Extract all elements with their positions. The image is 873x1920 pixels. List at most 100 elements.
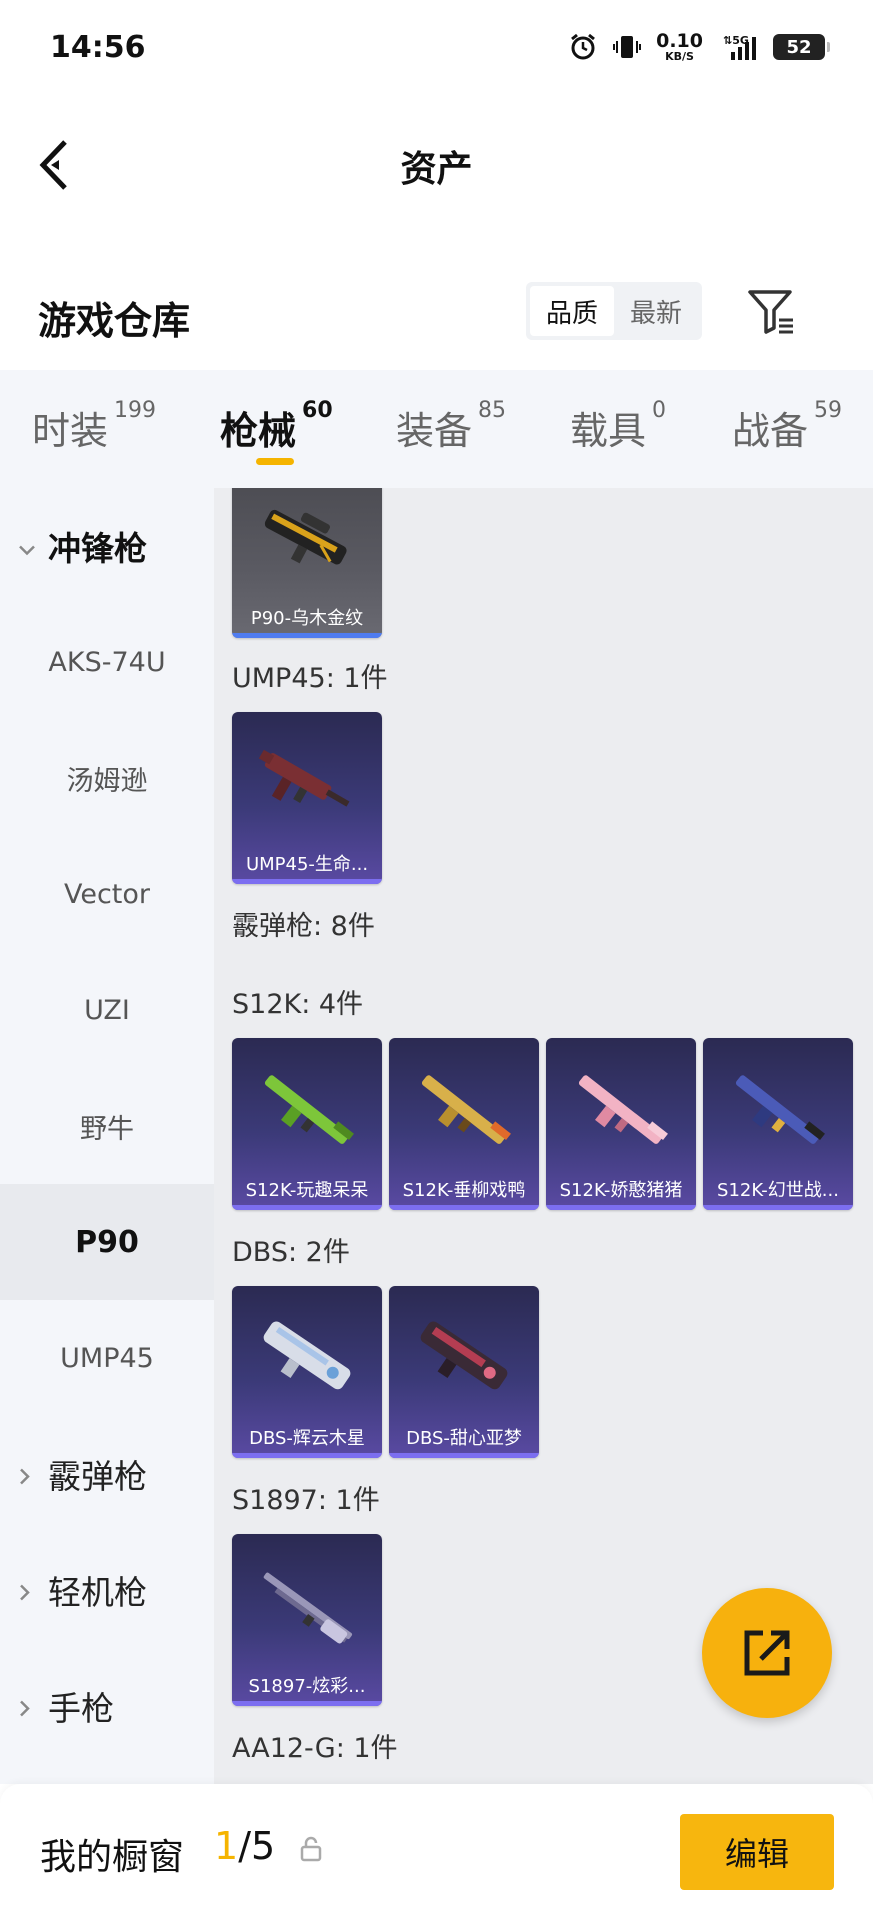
vibrate-icon xyxy=(612,32,642,62)
tab-label: 时装 xyxy=(32,409,109,453)
sidebar-item-ump45[interactable]: UMP45 xyxy=(0,1300,214,1416)
section-label: DBS: 2件 xyxy=(232,1237,350,1268)
sidebar-item-label: AKS-74U xyxy=(48,646,166,678)
showcase-current: 1 xyxy=(214,1824,239,1868)
sidebar-item-label: 野牛 xyxy=(80,1113,134,1145)
category-tabs: 时装 199 枪械 60 装备 85 载具 0 战备 59 xyxy=(0,370,873,488)
sidebar-item-label: 轻机枪 xyxy=(48,1573,147,1612)
filter-icon xyxy=(748,290,793,334)
tab-active-indicator xyxy=(256,458,294,465)
showcase-label: 我的橱窗 xyxy=(40,1837,185,1878)
status-time: 14:56 xyxy=(50,30,146,65)
sidebar-item-thompson[interactable]: 汤姆逊 xyxy=(0,720,214,836)
tab-label: 枪械 xyxy=(220,409,297,453)
title-bar: 资产 xyxy=(0,100,873,230)
sidebar-group-pistol[interactable]: 手枪 xyxy=(0,1648,214,1764)
sort-newest-option[interactable]: 最新 xyxy=(614,286,698,336)
sidebar-item-label: 汤姆逊 xyxy=(66,765,148,797)
status-icons: 0.10 KB/S ⇅5G 52 xyxy=(568,30,830,63)
chevron-down-icon xyxy=(18,527,36,566)
rarity-bar xyxy=(232,1205,382,1210)
item-card[interactable]: UMP45-生命... xyxy=(232,712,382,884)
tab-vehicles[interactable]: 载具 0 xyxy=(570,398,667,455)
sidebar-item-label: UMP45 xyxy=(60,1342,154,1374)
status-bar: 14:56 0.10 KB/S ⇅5G 52 xyxy=(0,0,873,100)
tab-guns[interactable]: 枪械 60 xyxy=(220,398,333,455)
item-card[interactable]: S12K-玩趣呆呆 xyxy=(232,1038,382,1210)
rarity-bar xyxy=(389,1453,539,1458)
sidebar-group-lmg[interactable]: 轻机枪 xyxy=(0,1532,214,1648)
s1897-skin-image xyxy=(263,1572,353,1644)
item-card[interactable]: P90-乌木金纹 xyxy=(232,488,382,638)
item-card[interactable]: S12K-幻世战... xyxy=(703,1038,853,1210)
item-name: S1897-炫彩... xyxy=(248,1676,366,1697)
tab-label: 载具 xyxy=(570,409,647,453)
rarity-bar xyxy=(232,1453,382,1458)
sidebar-item-uzi[interactable]: UZI xyxy=(0,952,214,1068)
sidebar-group-smg[interactable]: 冲锋枪 xyxy=(0,488,214,604)
p90-skin-image xyxy=(264,509,347,565)
tab-count: 199 xyxy=(114,398,157,423)
item-card[interactable]: DBS-甜心亚梦 xyxy=(389,1286,539,1458)
section-label: S1897: 1件 xyxy=(232,1485,380,1516)
tab-count: 85 xyxy=(478,398,507,423)
sidebar-item-label: UZI xyxy=(84,994,130,1026)
tab-count: 0 xyxy=(652,398,667,423)
tab-count: 59 xyxy=(814,398,843,423)
warehouse-title: 游戏仓库 xyxy=(38,299,191,343)
item-card[interactable]: S1897-炫彩... xyxy=(232,1534,382,1706)
edit-button[interactable]: 编辑 xyxy=(680,1814,834,1890)
sidebar-item-vector[interactable]: Vector xyxy=(0,836,214,952)
chevron-right-icon xyxy=(18,1455,32,1494)
item-name: DBS-辉云木星 xyxy=(249,1428,365,1449)
item-name: S12K-幻世战... xyxy=(717,1180,839,1201)
tab-supplies[interactable]: 战备 59 xyxy=(732,398,843,455)
sidebar-item-aks74u[interactable]: AKS-74U xyxy=(0,604,214,720)
section-label: 霰弹枪: 8件 xyxy=(232,911,375,942)
chevron-right-icon xyxy=(18,1687,32,1726)
rarity-bar xyxy=(232,1701,382,1706)
sidebar-item-label: P90 xyxy=(75,1224,139,1260)
s12k-skin-image xyxy=(264,1075,354,1144)
net-speed-unit: KB/S xyxy=(665,50,694,63)
rarity-bar xyxy=(546,1205,696,1210)
alarm-icon xyxy=(568,32,598,62)
item-name: UMP45-生命... xyxy=(245,854,369,875)
s12k-skin-image xyxy=(735,1075,825,1144)
dbs-skin-image xyxy=(420,1321,508,1390)
page-title: 资产 xyxy=(400,149,473,190)
sidebar-item-label: 手枪 xyxy=(48,1689,114,1728)
sidebar-item-p90[interactable]: P90 xyxy=(0,1184,214,1300)
section-label: AA12-G: 1件 xyxy=(232,1733,398,1764)
tab-fashion[interactable]: 时装 199 xyxy=(32,398,157,455)
net-speed-value: 0.10 xyxy=(656,30,703,52)
filter-button[interactable] xyxy=(746,286,798,338)
item-card[interactable]: S12K-垂柳戏鸭 xyxy=(389,1038,539,1210)
lock-icon xyxy=(300,1836,322,1862)
battery-icon: 52 xyxy=(773,34,830,60)
sidebar-item-bizon[interactable]: 野牛 xyxy=(0,1068,214,1184)
rarity-bar xyxy=(389,1205,539,1210)
rarity-bar xyxy=(232,879,382,884)
item-name: S12K-垂柳戏鸭 xyxy=(402,1180,526,1201)
tab-label: 战备 xyxy=(732,409,809,453)
section-label: S12K: 4件 xyxy=(232,989,364,1020)
s12k-skin-image xyxy=(421,1075,511,1144)
network-icon: ⇅5G xyxy=(717,32,759,62)
item-card[interactable]: S12K-娇憨猪猪 xyxy=(546,1038,696,1210)
tab-count: 60 xyxy=(302,398,333,423)
ump45-skin-image xyxy=(258,749,350,807)
warehouse-header: 游戏仓库 品质 最新 xyxy=(0,260,873,370)
tab-label: 装备 xyxy=(396,409,473,453)
item-card[interactable]: DBS-辉云木星 xyxy=(232,1286,382,1458)
dbs-skin-image xyxy=(263,1321,351,1390)
sort-toggle: 品质 最新 xyxy=(526,282,702,340)
showcase-count: 1/5 xyxy=(214,1824,275,1868)
sidebar-item-label: 冲锋枪 xyxy=(48,529,147,568)
sidebar-item-label: 霰弹枪 xyxy=(48,1457,147,1496)
item-name: P90-乌木金纹 xyxy=(250,608,364,629)
tab-equipment[interactable]: 装备 85 xyxy=(396,398,507,455)
share-button[interactable] xyxy=(702,1588,832,1718)
sidebar-group-shotgun[interactable]: 霰弹枪 xyxy=(0,1416,214,1532)
sort-quality-option[interactable]: 品质 xyxy=(530,286,614,336)
